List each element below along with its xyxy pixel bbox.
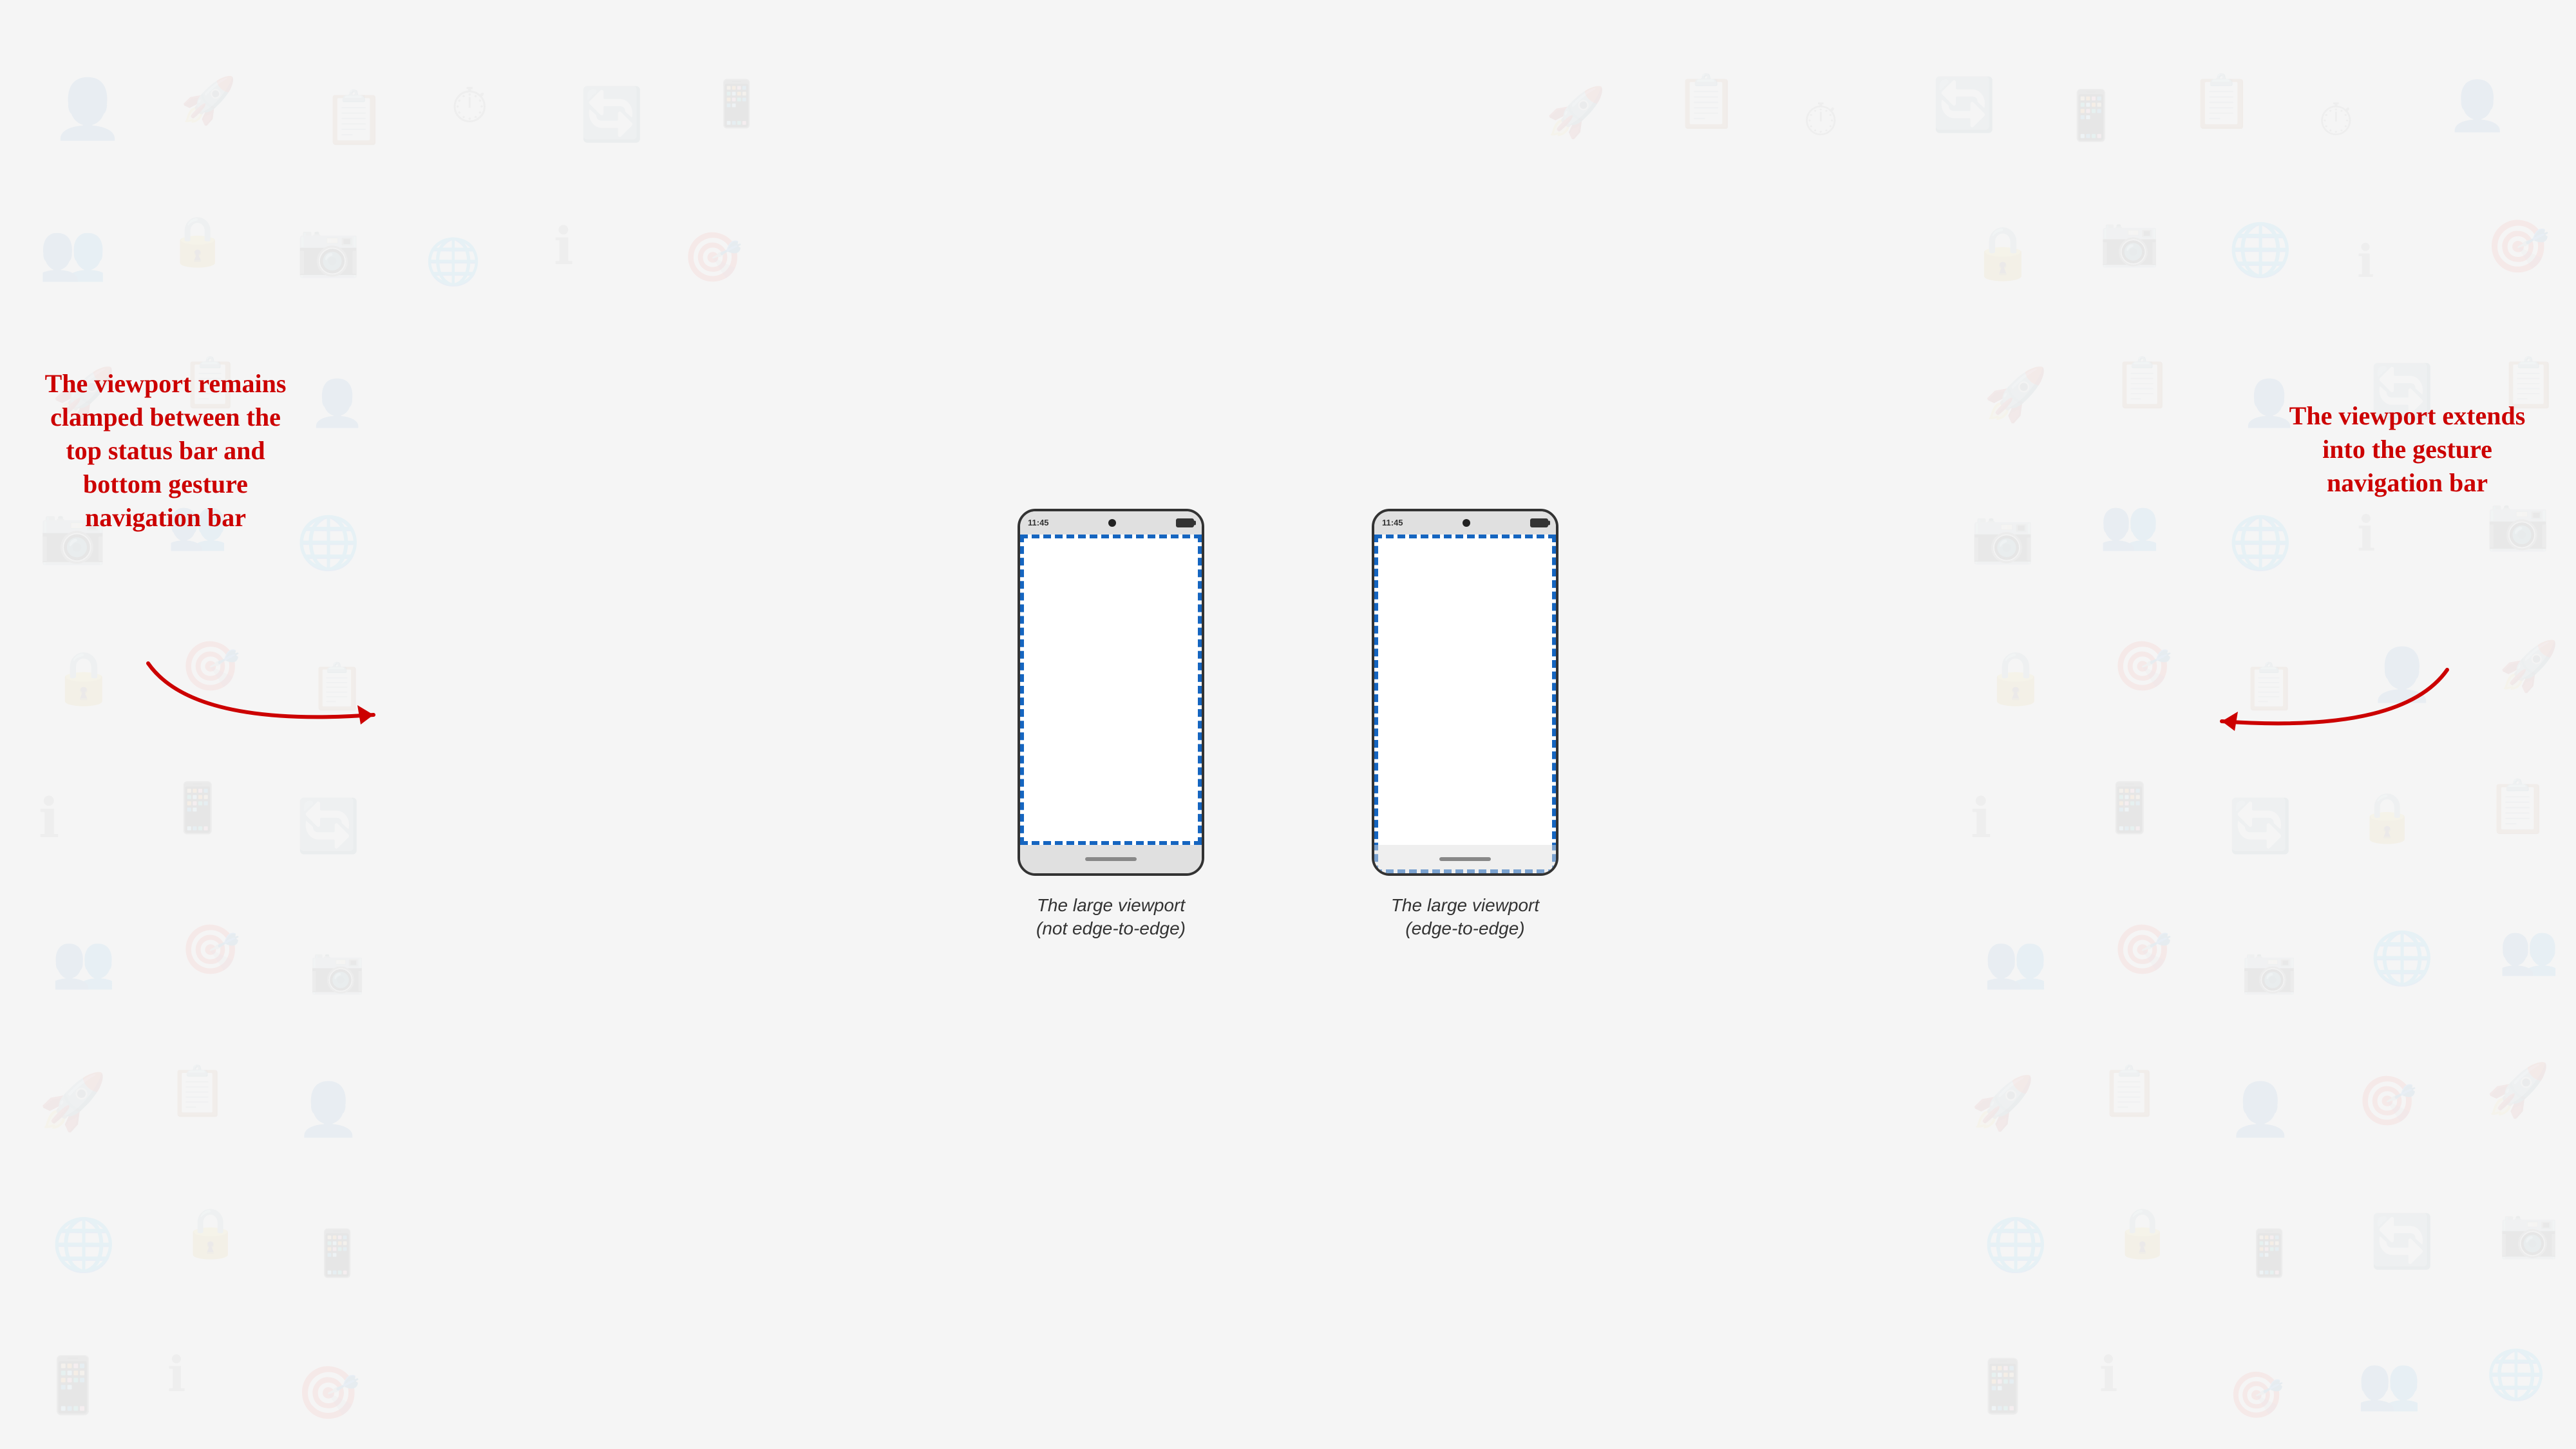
viewport-area-right [1374,535,1556,873]
phone-right-container: 11:45 The large viewport (edge-to-edge) [1372,509,1558,941]
viewport-area-left [1020,535,1202,845]
battery-right [1530,518,1548,527]
arrow-right [2145,657,2467,786]
camera-dot-left [1108,519,1116,527]
caption-line1-left: The large viewport [1037,895,1185,915]
caption-line1-right: The large viewport [1391,895,1539,915]
phone-caption-left: The large viewport (not edge-to-edge) [1018,894,1204,941]
nav-pill-right [1439,857,1491,861]
caption-line2-left: (not edge-to-edge) [1036,918,1186,938]
battery-left [1176,518,1194,527]
status-bar-right: 11:45 [1374,511,1556,535]
nav-bar-left [1020,845,1202,873]
phone-right: 11:45 [1372,509,1558,876]
nav-pill-left [1085,857,1137,861]
annotation-left: The viewport remains clamped between the… [40,367,291,535]
caption-line2-right: (edge-to-edge) [1405,918,1524,938]
phone-left: 11:45 [1018,509,1204,876]
status-time-left: 11:45 [1028,518,1049,527]
arrow-left [129,650,451,779]
status-time-right: 11:45 [1382,518,1403,527]
annotation-right: The viewport extends into the gesture na… [2278,399,2536,500]
camera-dot-right [1463,519,1470,527]
phone-caption-right: The large viewport (edge-to-edge) [1372,894,1558,941]
status-bar-left: 11:45 [1020,511,1202,535]
nav-bar-right [1374,845,1556,873]
phone-left-container: 11:45 The large viewport (not edge-to-ed… [1018,509,1204,941]
